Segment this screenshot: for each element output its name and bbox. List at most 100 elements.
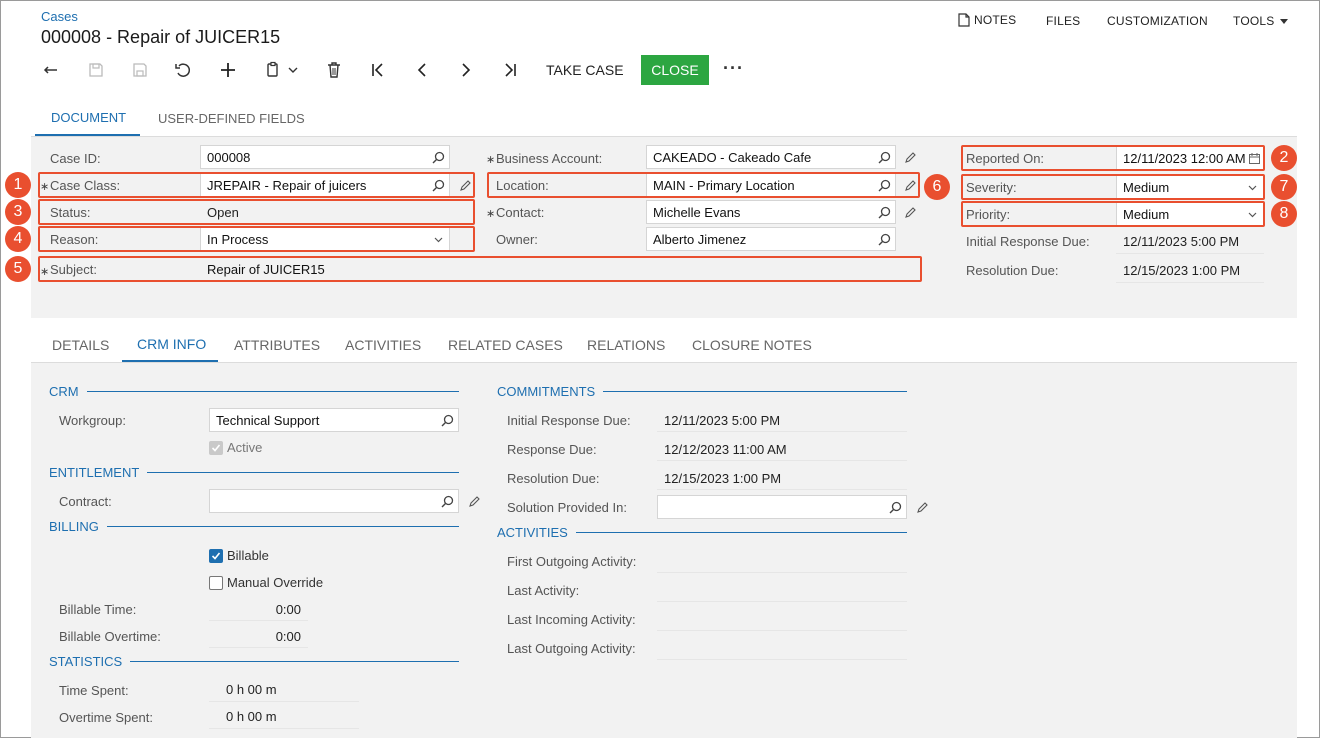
tab-crm-info[interactable]: CRM INFO [137,336,206,352]
highlight-reported-on [961,145,1265,171]
active-label: Active [227,440,263,456]
last-activity-label: Last Activity: [507,583,580,598]
highlight-status [38,199,475,225]
callout-5: 5 [5,256,31,282]
contact-field[interactable]: Michelle Evans [646,200,896,224]
section-crm: CRM [49,384,459,399]
manual-override-checkbox[interactable]: Manual Override [209,574,323,590]
highlight-subject [38,256,922,282]
billable-label: Billable [227,548,269,564]
search-icon[interactable] [873,146,895,168]
edit-pencil-icon[interactable] [899,201,921,223]
commit-initial-response-due-value: 12/11/2023 5:00 PM [657,407,907,432]
delete-icon[interactable] [322,58,346,82]
page-title: 000008 - Repair of JUICER15 [41,27,281,47]
required-marker: ∗ [486,154,496,166]
billable-overtime-value[interactable]: 0:00 [209,624,308,648]
search-icon[interactable] [436,490,458,512]
highlight-reason [38,226,475,252]
section-billing: BILLING [49,519,459,534]
undo-icon[interactable] [171,58,195,82]
contact-label: Contact: [496,205,545,220]
manual-override-label: Manual Override [227,575,324,591]
callout-7: 7 [1271,174,1297,200]
business-account-field[interactable]: CAKEADO - Cakeado Cafe [646,145,896,169]
take-case-button[interactable]: TAKE CASE [546,62,624,78]
response-due-label: Response Due: [507,442,597,457]
notes-button[interactable]: NOTES [958,13,1016,27]
tools-label: TOOLS [1233,14,1275,28]
section-entitlement: ENTITLEMENT [49,465,459,480]
checkmark-icon [209,440,223,455]
edit-pencil-icon[interactable] [911,496,933,518]
tab-closure-notes[interactable]: CLOSURE NOTES [692,337,812,353]
highlight-case-class [38,172,475,198]
commit-resolution-due-label: Resolution Due: [507,471,600,486]
section-commitments: COMMITMENTS [497,384,907,399]
previous-record-icon[interactable] [410,58,434,82]
callout-4: 4 [5,226,31,252]
case-id-label: Case ID: [50,151,101,166]
first-record-icon[interactable] [366,58,390,82]
last-record-icon[interactable] [498,58,522,82]
workgroup-field[interactable]: Technical Support [209,408,459,432]
required-marker: ∗ [486,208,496,220]
case-id-field[interactable]: 000008 [200,145,450,169]
commit-resolution-due-value: 12/15/2023 1:00 PM [657,465,907,490]
owner-value: Alberto Jimenez [653,231,747,247]
tab-activities[interactable]: ACTIVITIES [345,337,421,353]
more-actions-button[interactable]: ··· [723,58,744,79]
last-incoming-activity-label: Last Incoming Activity: [507,612,636,627]
save-icon[interactable] [84,58,108,82]
tools-menu[interactable]: TOOLS [1233,14,1289,28]
contact-value: Michelle Evans [653,204,741,220]
tab-user-defined-fields[interactable]: USER-DEFINED FIELDS [158,111,305,126]
workgroup-value: Technical Support [216,412,320,428]
tab-related-cases[interactable]: RELATED CASES [448,337,563,353]
close-button[interactable]: CLOSE [641,55,709,85]
files-button[interactable]: FILES [1046,14,1080,28]
section-crm-title: CRM [49,384,79,399]
solution-provided-in-field[interactable] [657,495,907,519]
caret-down-icon [1280,18,1289,24]
add-icon[interactable] [216,58,240,82]
copy-paste-icon[interactable] [258,58,304,82]
callout-3: 3 [5,199,31,225]
callout-6: 6 [924,174,950,200]
resolution-due-value: 12/15/2023 1:00 PM [1116,257,1264,283]
breadcrumb-cases[interactable]: Cases [41,9,78,24]
tab-details[interactable]: DETAILS [52,337,109,353]
section-activities-title: ACTIVITIES [497,525,568,540]
owner-label: Owner: [496,232,538,247]
back-icon[interactable] [40,58,64,82]
overtime-spent-label: Overtime Spent: [59,710,153,725]
search-icon[interactable] [884,496,906,518]
search-icon[interactable] [873,228,895,250]
owner-field[interactable]: Alberto Jimenez [646,227,896,251]
search-icon[interactable] [436,409,458,431]
next-record-icon[interactable] [454,58,478,82]
edit-pencil-icon[interactable] [463,490,485,512]
commit-initial-response-due-label: Initial Response Due: [507,413,631,428]
tab-relations[interactable]: RELATIONS [587,337,665,353]
highlight-severity [961,174,1265,200]
tab-attributes[interactable]: ATTRIBUTES [234,337,320,353]
time-spent-value: 0 h 00 m [209,677,359,702]
contract-label: Contract: [59,494,112,509]
billable-checkbox[interactable]: Billable [209,547,269,563]
contract-field[interactable] [209,489,459,513]
save-close-icon[interactable] [128,58,152,82]
search-icon[interactable] [427,146,449,168]
customization-button[interactable]: CUSTOMIZATION [1107,14,1208,28]
search-icon[interactable] [873,201,895,223]
tab-document[interactable]: DOCUMENT [51,110,126,125]
callout-8: 8 [1271,201,1297,227]
response-due-value: 12/12/2023 11:00 AM [657,436,907,461]
section-activities: ACTIVITIES [497,525,907,540]
first-outgoing-activity-value [657,548,907,573]
active-checkbox[interactable]: Active [209,439,262,455]
last-incoming-activity-value [657,606,907,631]
last-outgoing-activity-label: Last Outgoing Activity: [507,641,636,656]
edit-pencil-icon[interactable] [899,146,921,168]
billable-time-value[interactable]: 0:00 [209,597,308,621]
